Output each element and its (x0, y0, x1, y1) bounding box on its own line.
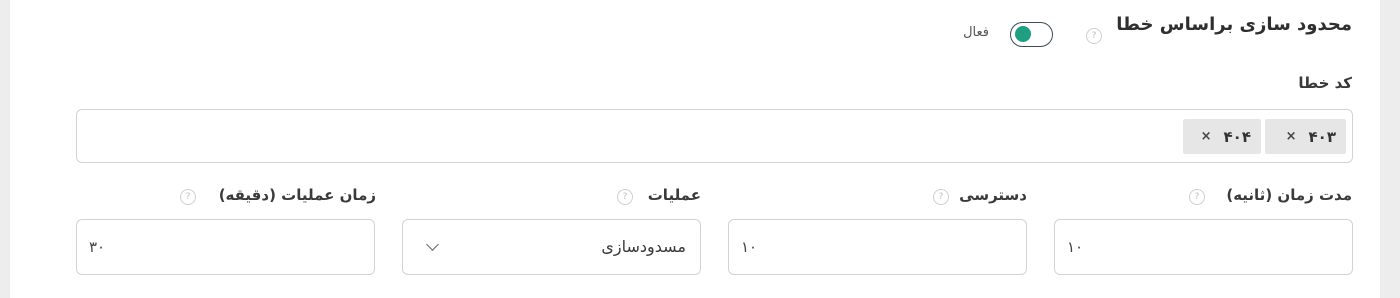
operation-select[interactable]: مسدودسازی (402, 219, 701, 275)
chevron-down-icon (426, 238, 439, 251)
error-code-input[interactable]: ۴۰۳ × ۴۰۴ × (76, 109, 1353, 163)
operation-label: عملیات (647, 186, 701, 204)
operation-time-label: زمان عملیات (دقیقه) (218, 186, 376, 204)
toggle-knob (1015, 26, 1031, 42)
duration-label: مدت زمان (ثانیه) (1226, 186, 1352, 204)
help-icon[interactable]: ? (180, 189, 196, 205)
help-icon[interactable]: ? (1086, 28, 1102, 44)
duration-input[interactable]: ۱۰ (1054, 219, 1353, 275)
access-label: دسترسی (959, 186, 1027, 204)
help-icon[interactable]: ? (1189, 189, 1205, 205)
tag-remove-icon[interactable]: × (1201, 129, 1212, 144)
error-code-label: کد خطا (1298, 74, 1352, 92)
tag-remove-icon[interactable]: × (1286, 129, 1297, 144)
help-icon[interactable]: ? (617, 189, 633, 205)
operation-value: مسدودسازی (601, 237, 686, 256)
error-code-tag: ۴۰۳ × (1265, 119, 1346, 154)
duration-value: ۱۰ (1067, 238, 1084, 256)
tag-value: ۴۰۳ (1308, 127, 1336, 146)
access-input[interactable]: ۱۰ (728, 219, 1027, 275)
operation-time-value: ۳۰ (89, 238, 106, 256)
rate-limit-error-card: محدود سازی براساس خطا ? فعال کد خطا ۴۰۳ … (10, 0, 1380, 298)
active-toggle[interactable] (1010, 22, 1053, 47)
toggle-label: فعال (963, 25, 989, 40)
tag-value: ۴۰۴ (1223, 127, 1251, 146)
operation-time-input[interactable]: ۳۰ (76, 219, 375, 275)
error-code-tag: ۴۰۴ × (1183, 119, 1261, 154)
help-icon[interactable]: ? (933, 189, 949, 205)
section-title: محدود سازی براساس خطا (1116, 14, 1352, 35)
access-value: ۱۰ (741, 238, 758, 256)
